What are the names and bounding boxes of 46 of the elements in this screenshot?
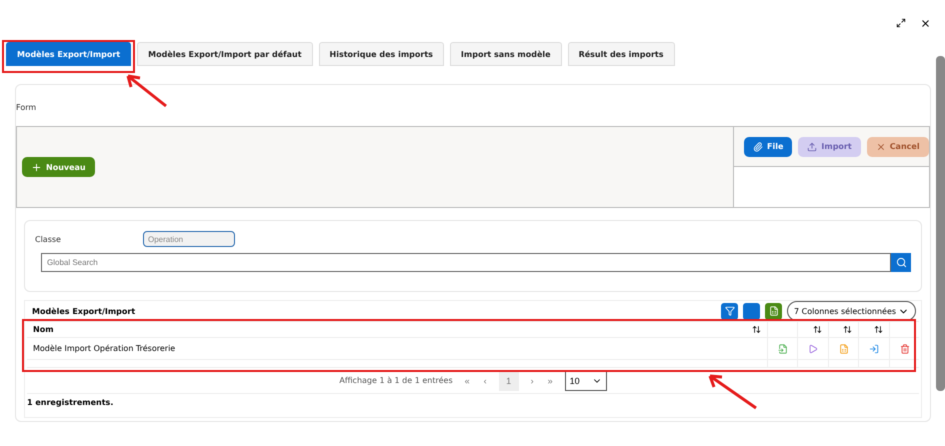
search-icon xyxy=(896,257,906,268)
upload-icon xyxy=(807,142,818,152)
file-button[interactable]: File xyxy=(744,136,792,156)
tab[interactable]: Modèles Export/Import xyxy=(6,42,132,66)
close-icon xyxy=(876,142,886,152)
sort-icon[interactable] xyxy=(813,325,822,334)
first-page-button[interactable]: « xyxy=(462,370,472,390)
arrow-icon xyxy=(124,72,168,108)
import-icon[interactable] xyxy=(869,344,879,354)
page-size-dropdown[interactable]: 10 xyxy=(564,370,607,390)
close-icon[interactable] xyxy=(920,18,931,28)
last-page-button[interactable]: » xyxy=(546,370,555,390)
new-button[interactable]: Nouveau xyxy=(22,157,95,177)
search-button[interactable] xyxy=(891,253,911,272)
next-page-button[interactable]: › xyxy=(528,370,536,390)
delete-icon[interactable] xyxy=(900,344,910,354)
arrow-icon xyxy=(706,372,758,410)
excel-button[interactable] xyxy=(765,302,782,320)
sort-icon[interactable] xyxy=(752,325,761,334)
paperclip-icon xyxy=(753,142,763,152)
columns-dropdown[interactable]: 7 Colonnes sélectionnées xyxy=(787,301,916,321)
sort-icon[interactable] xyxy=(874,325,883,334)
tab[interactable]: Résult des imports xyxy=(568,42,674,66)
column-header: Nom xyxy=(33,325,54,334)
table-cell: Modèle Import Opération Trésorerie xyxy=(33,344,176,353)
tab[interactable]: Modèles Export/Import par défaut xyxy=(137,42,313,66)
restore-icon[interactable] xyxy=(896,18,906,28)
plus-icon xyxy=(31,162,42,172)
pagination-info: Affichage 1 à 1 de 1 entrées xyxy=(339,376,453,385)
previous-page-button[interactable]: ‹ xyxy=(482,370,489,390)
toolbar-button[interactable] xyxy=(743,302,760,320)
class-field[interactable]: Operation xyxy=(142,231,235,247)
scrollbar[interactable] xyxy=(936,56,945,391)
record-count: 1 enregistrements. xyxy=(26,397,114,407)
page-button[interactable]: 1 xyxy=(498,370,519,390)
filter-button[interactable] xyxy=(721,302,738,320)
tab[interactable]: Import sans modèle xyxy=(450,42,562,66)
sort-icon[interactable] xyxy=(843,325,852,334)
filter-icon xyxy=(724,306,734,316)
table-title: Modèles Export/Import xyxy=(32,306,136,316)
class-label: Classe xyxy=(35,234,61,244)
search-field[interactable]: Global Search xyxy=(41,253,891,272)
tab[interactable]: Historique des imports xyxy=(318,42,444,66)
play-icon[interactable] xyxy=(808,344,818,354)
form-title: Form xyxy=(16,103,36,112)
spreadsheet-icon xyxy=(768,306,778,316)
